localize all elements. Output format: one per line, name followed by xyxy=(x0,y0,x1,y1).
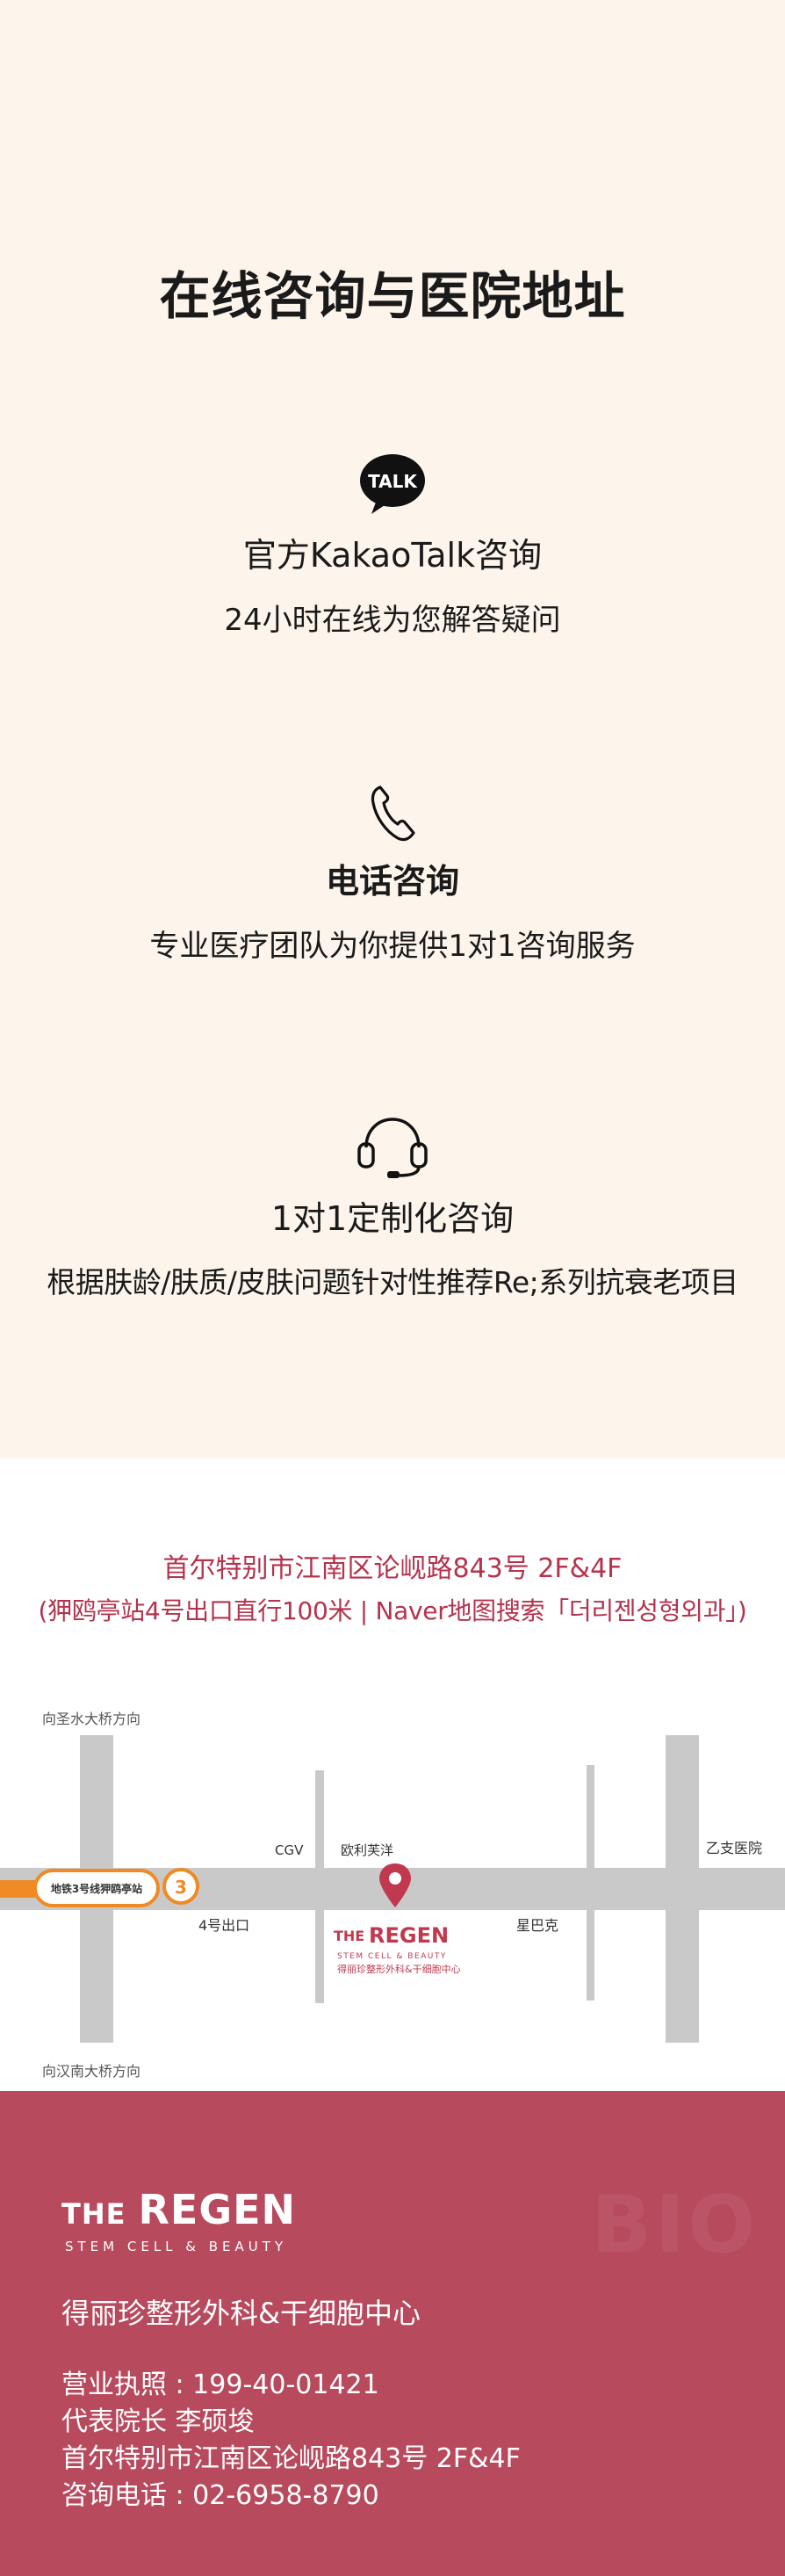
map-brand-cn: 得丽珍整形外科&干细胞中心 xyxy=(337,1963,461,1975)
map-brand-sub: STEM CELL & BEAUTY xyxy=(337,1952,447,1961)
subway-station-label: 地铁3号线狎鸥亭站 xyxy=(51,1882,142,1895)
footer-logo-the: THE xyxy=(61,2197,126,2231)
phone-consult-block[interactable]: 电话咨询 专业医疗团队为你提供1对1咨询服务 xyxy=(0,784,785,965)
consult-section: 在线咨询与医院地址 TALK 官方KakaoTalk咨询 24小时在线为您解答疑… xyxy=(0,0,785,1458)
custom-title: 1对1定制化咨询 xyxy=(270,1199,515,1238)
footer-clinic-name: 得丽珍整形外科&干细胞中心 xyxy=(61,2297,421,2330)
footer-director: 代表院长 李硕埈 xyxy=(61,2406,255,2437)
footer: BIO THE REGEN STEM CELL & BEAUTY 得丽珍整形外科&… xyxy=(0,2091,785,2576)
hospital-label: 乙支医院 xyxy=(706,1840,762,1856)
footer-logo-name: REGEN xyxy=(138,2186,296,2233)
phone-icon[interactable] xyxy=(368,784,417,842)
section-title: 在线咨询与医院地址 xyxy=(159,266,626,326)
location-map[interactable]: 地铁3号线狎鸥亭站 3 向圣水大桥方向 向汉南大桥方向 4号出口 CGV 欧利芙… xyxy=(0,1700,785,2087)
headset-icon[interactable] xyxy=(356,1114,429,1179)
phone-subtitle: 专业医疗团队为你提供1对1咨询服务 xyxy=(149,929,636,964)
footer-background-watermark: BIO xyxy=(591,2179,759,2271)
address-line: 首尔特别市江南区论岘路843号 2F&4F xyxy=(162,1553,623,1584)
south-direction-label: 向汉南大桥方向 xyxy=(42,2063,140,2080)
starbucks-label: 星巴克 xyxy=(516,1917,558,1934)
kakao-consult-block[interactable]: TALK 官方KakaoTalk咨询 24小时在线为您解答疑问 xyxy=(0,452,785,639)
footer-logo: THE REGEN STEM CELL & BEAUTY xyxy=(61,2186,296,2254)
east-road xyxy=(666,1735,699,2043)
kakao-title: 官方KakaoTalk咨询 xyxy=(242,536,543,575)
cgv-label: CGV xyxy=(275,1842,304,1858)
map-section: 首尔特别市江南区论岘路843号 2F&4F (狎鸥亭站4号出口直行100米 | … xyxy=(0,1458,785,2091)
kakaotalk-icon[interactable]: TALK xyxy=(357,452,428,516)
small-road-2 xyxy=(587,1765,594,2001)
kakao-subtitle: 24小时在线为您解答疑问 xyxy=(224,603,561,638)
footer-address: 首尔特别市江南区论岘路843号 2F&4F xyxy=(61,2443,521,2474)
custom-subtitle: 根据肤龄/肤质/皮肤问题针对性推荐Re;系列抗衰老项目 xyxy=(47,1265,738,1299)
footer-license: 营业执照 : 199-40-01421 xyxy=(61,2370,379,2400)
exit-label: 4号出口 xyxy=(198,1917,249,1934)
phone-title: 电话咨询 xyxy=(325,862,459,901)
map-brand-name: REGEN xyxy=(369,1923,449,1948)
line-number: 3 xyxy=(175,1877,187,1898)
address-directions: (狎鸥亭站4号出口直行100米 | Naver地图搜索「더리젠성형외과」) xyxy=(38,1596,747,1625)
small-road-1 xyxy=(315,1770,324,2003)
north-direction-label: 向圣水大桥方向 xyxy=(42,1711,140,1727)
map-brand-the: THE xyxy=(334,1928,364,1944)
custom-consult-block[interactable]: 1对1定制化咨询 根据肤龄/肤质/皮肤问题针对性推荐Re;系列抗衰老项目 xyxy=(0,1114,785,1301)
footer-logo-sub: STEM CELL & BEAUTY xyxy=(65,2239,288,2254)
olive-young-label: 欧利芙洋 xyxy=(341,1842,393,1858)
footer-info: 营业执照 : 199-40-01421 代表院长 李硕埈 首尔特别市江南区论岘路… xyxy=(61,2367,521,2514)
kakaotalk-icon-text: TALK xyxy=(368,471,418,492)
footer-phone[interactable]: 咨询电话 : 02-6958-8790 xyxy=(61,2478,521,2514)
